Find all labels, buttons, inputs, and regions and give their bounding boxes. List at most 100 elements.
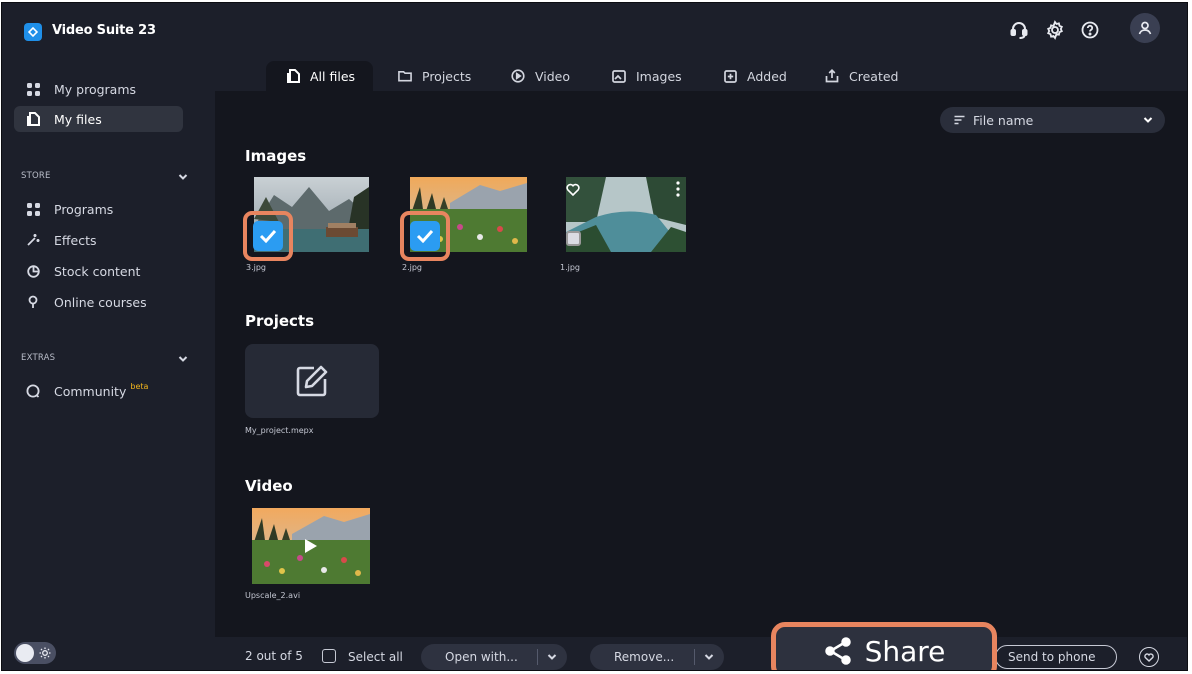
favorite-filter-button[interactable] xyxy=(1139,647,1159,667)
play-icon[interactable] xyxy=(304,538,318,554)
select-all-checkbox[interactable] xyxy=(322,649,336,663)
account-icon[interactable] xyxy=(1130,13,1160,43)
check-icon xyxy=(416,229,434,243)
toggle-knob xyxy=(16,644,34,662)
chevron-down-icon[interactable] xyxy=(178,354,188,364)
check-icon xyxy=(259,229,277,243)
share-label: Share xyxy=(864,634,946,668)
folder-icon xyxy=(398,69,412,83)
app-window: Video Suite 23 My programs My files STOR… xyxy=(1,2,1188,671)
sort-icon xyxy=(954,115,965,125)
sidebar-item-community[interactable]: Community beta xyxy=(14,378,183,404)
tab-all-files[interactable]: All files xyxy=(266,61,374,91)
file-checkbox[interactable] xyxy=(566,231,581,246)
sidebar-item-label: My files xyxy=(54,111,102,127)
tab-projects[interactable]: Projects xyxy=(378,61,489,91)
help-icon[interactable] xyxy=(1077,17,1103,43)
sidebar-item-label: Stock content xyxy=(54,263,141,279)
project-thumbnail[interactable] xyxy=(245,344,379,418)
sidebar-item-my-files[interactable]: My files xyxy=(14,106,183,132)
app-title: Video Suite 23 xyxy=(52,23,156,38)
file-name: 2.jpg xyxy=(402,263,423,272)
file-tabs: All files Projects Video Images Added Cr… xyxy=(215,59,1187,91)
divider xyxy=(694,649,695,665)
heart-icon[interactable] xyxy=(566,183,580,196)
sidebar-item-my-programs[interactable]: My programs xyxy=(14,76,183,102)
sidebar-item-label: My programs xyxy=(54,81,137,97)
file-name: Upscale_2.avi xyxy=(245,591,301,600)
select-all-label[interactable]: Select all xyxy=(348,650,403,664)
settings-icon[interactable] xyxy=(1042,17,1068,43)
app-logo xyxy=(24,23,42,41)
video-section-title: Video xyxy=(245,477,293,495)
share-button[interactable]: Share xyxy=(771,622,997,670)
extras-section-title: EXTRAS xyxy=(21,353,56,363)
magic-wand-icon xyxy=(26,233,40,247)
tab-label: Video xyxy=(535,68,571,84)
sidebar-item-label: Effects xyxy=(54,232,97,248)
chevron-down-icon[interactable] xyxy=(547,652,557,662)
tab-label: Created xyxy=(849,68,899,84)
sidebar-item-label: Online courses xyxy=(54,294,147,310)
tab-label: Projects xyxy=(422,68,472,84)
tab-video[interactable]: Video xyxy=(491,61,588,91)
sidebar-item-label: Programs xyxy=(54,201,114,217)
store-section-title: STORE xyxy=(21,171,51,181)
image-thumbnail[interactable] xyxy=(566,177,686,252)
chevron-down-icon[interactable] xyxy=(178,172,188,182)
file-icon xyxy=(26,112,40,126)
edit-icon xyxy=(296,365,328,397)
more-options-icon[interactable] xyxy=(676,181,680,197)
beta-badge: beta xyxy=(130,381,149,391)
remove-label: Remove... xyxy=(614,650,675,664)
grid-icon xyxy=(26,82,40,96)
tab-added[interactable]: Added xyxy=(703,61,805,91)
sidebar-item-online-courses[interactable]: Online courses xyxy=(14,289,183,315)
tab-images[interactable]: Images xyxy=(592,61,700,91)
projects-section-title: Projects xyxy=(245,312,315,330)
file-browser: File name Images 3.jpg 2.jpg 1.jpg Proje… xyxy=(215,91,1187,637)
pie-chart-icon xyxy=(26,264,40,278)
location-pin-icon xyxy=(26,295,40,309)
chevron-down-icon xyxy=(1143,117,1153,123)
bottom-action-bar: 2 out of 5 Select all Open with... Remov… xyxy=(215,622,1187,670)
file-checkbox[interactable] xyxy=(253,221,283,251)
theme-toggle[interactable] xyxy=(14,642,56,664)
chevron-down-icon[interactable] xyxy=(704,652,714,662)
file-name: 1.jpg xyxy=(560,263,581,272)
share-icon xyxy=(823,636,853,666)
divider xyxy=(537,649,538,665)
sidebar-item-effects[interactable]: Effects xyxy=(14,227,183,253)
chat-bubble-icon xyxy=(26,384,40,398)
play-circle-icon xyxy=(511,69,525,83)
sun-icon xyxy=(39,647,51,659)
plus-square-icon xyxy=(723,69,737,83)
file-checkbox[interactable] xyxy=(410,221,440,251)
sort-label: File name xyxy=(973,112,1034,128)
open-with-button[interactable]: Open with... xyxy=(421,644,567,670)
image-icon xyxy=(612,69,626,83)
images-section-title: Images xyxy=(245,147,307,165)
grid-icon xyxy=(26,202,40,216)
tab-label: All files xyxy=(310,68,356,84)
heart-icon xyxy=(1144,652,1154,662)
open-with-label: Open with... xyxy=(445,650,518,664)
video-thumbnail[interactable] xyxy=(252,508,370,584)
file-name: My_project.mepx xyxy=(245,426,314,435)
selection-count: 2 out of 5 xyxy=(245,649,303,663)
sidebar-item-programs[interactable]: Programs xyxy=(14,196,183,222)
tab-label: Added xyxy=(747,68,787,84)
file-name: 3.jpg xyxy=(246,263,267,272)
sidebar: My programs My files STORE Programs Effe… xyxy=(2,59,215,670)
send-to-phone-label: Send to phone xyxy=(1008,650,1096,664)
upload-icon xyxy=(825,69,839,83)
remove-button[interactable]: Remove... xyxy=(590,644,724,670)
title-bar: Video Suite 23 xyxy=(2,3,1187,59)
sidebar-item-label: Community xyxy=(54,383,127,399)
sidebar-item-stock-content[interactable]: Stock content xyxy=(14,258,183,284)
send-to-phone-button[interactable]: Send to phone xyxy=(995,645,1117,669)
sort-select[interactable]: File name xyxy=(940,107,1165,133)
file-icon xyxy=(286,69,300,83)
support-icon[interactable] xyxy=(1006,17,1032,43)
tab-created[interactable]: Created xyxy=(805,61,916,91)
